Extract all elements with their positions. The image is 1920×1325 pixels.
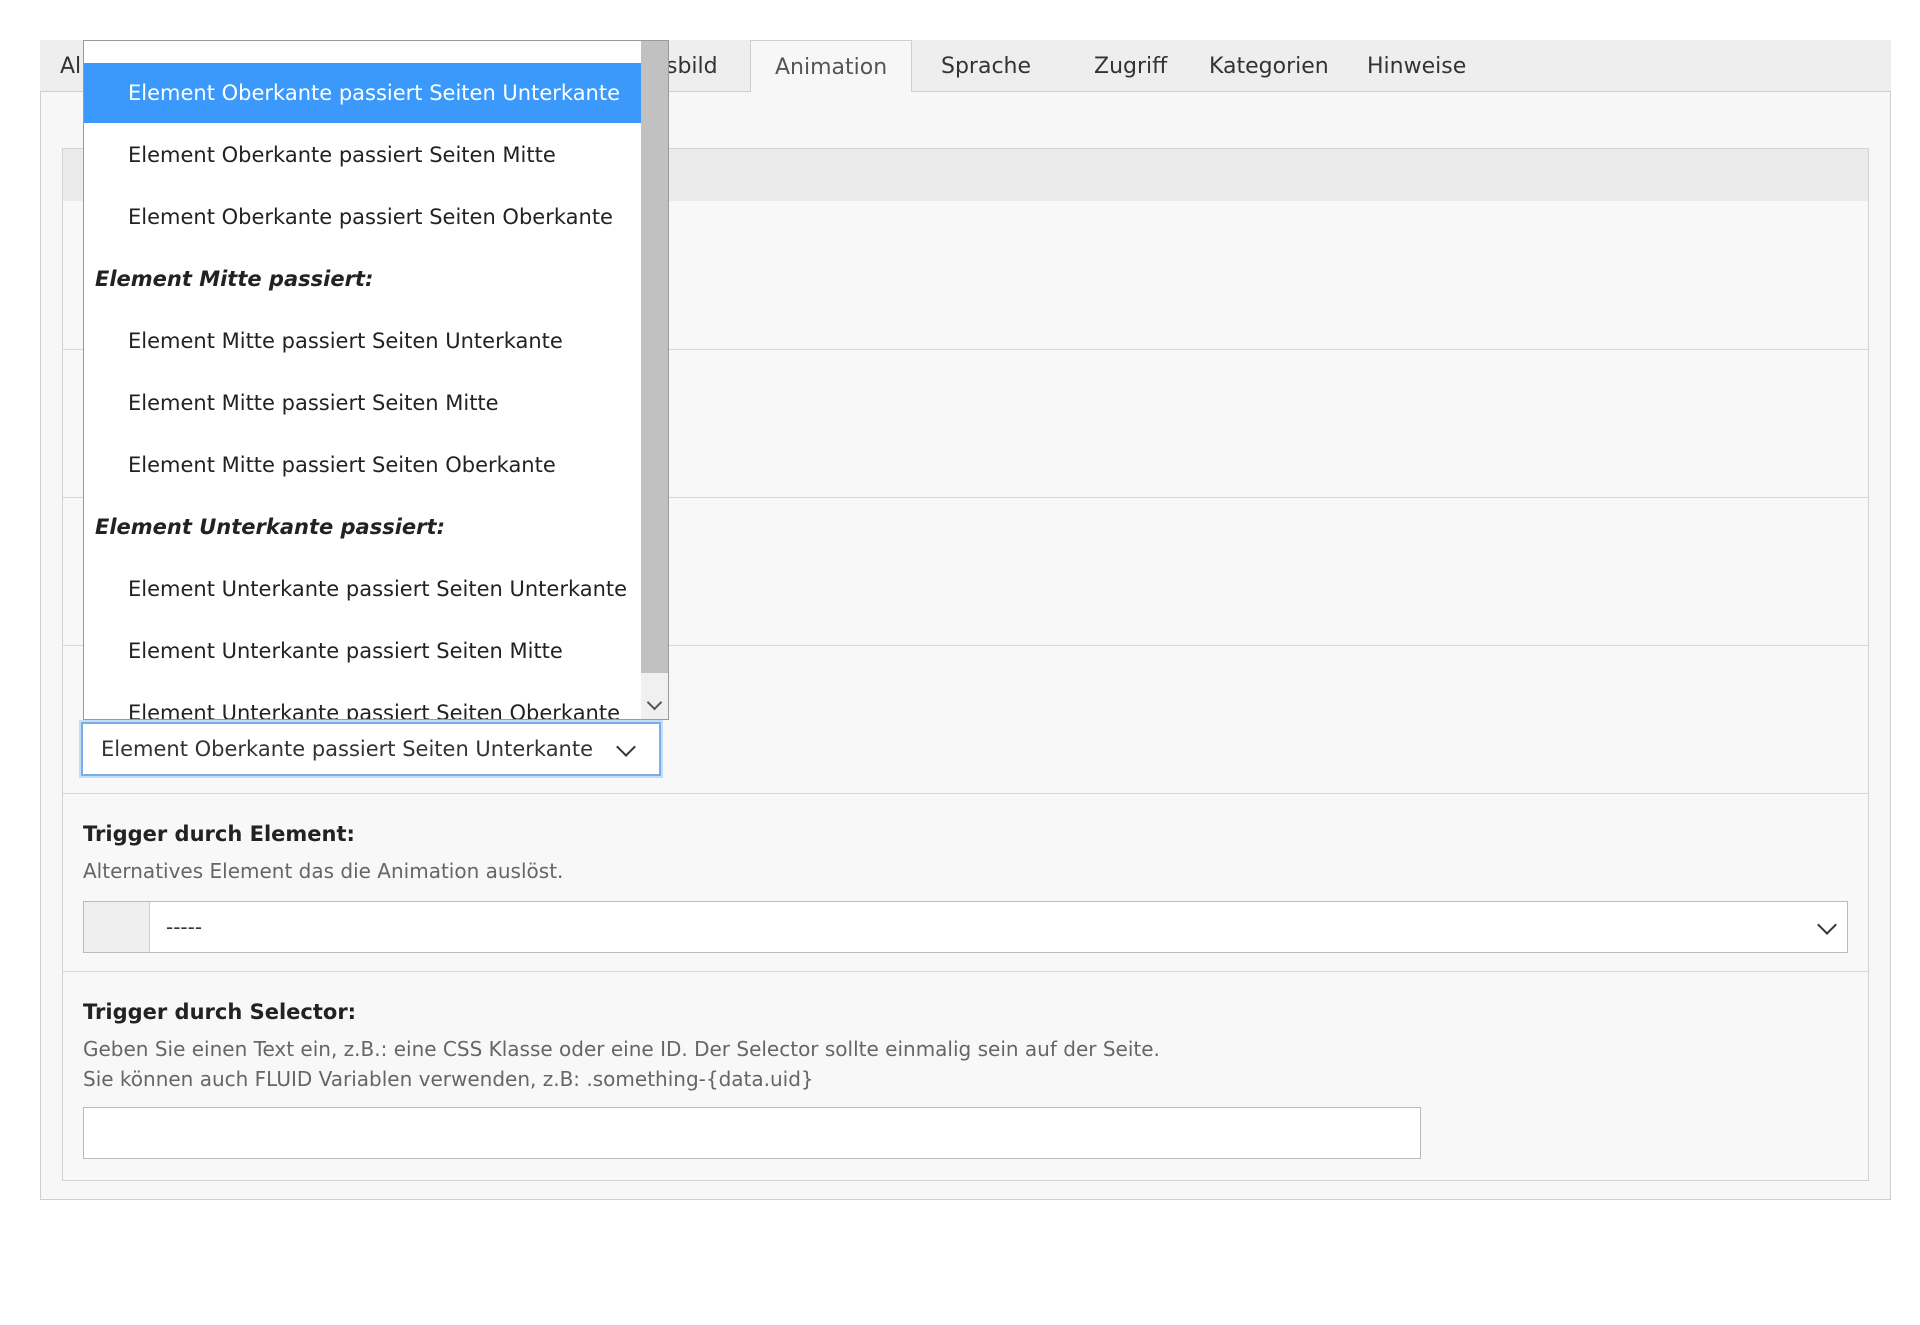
tab-animation[interactable]: Animation xyxy=(750,40,913,93)
dropdown-option[interactable]: Element Oberkante passiert Seiten Unterk… xyxy=(84,63,642,123)
dropdown-option[interactable]: Element Unterkante passiert Seiten Oberk… xyxy=(84,683,642,719)
scroll-down-arrow-icon[interactable] xyxy=(646,694,663,711)
field-separator xyxy=(62,971,1869,972)
dropdown-option[interactable]: Element Unterkante passiert Seiten Mitte xyxy=(84,621,642,681)
trigger-position-select[interactable]: Element Oberkante passiert Seiten Unterk… xyxy=(81,722,661,776)
dropdown-option[interactable]: Element Mitte passiert Seiten Oberkante xyxy=(84,435,642,495)
dropdown-group-label: Element Mitte passiert: xyxy=(95,267,374,291)
select-icon-area xyxy=(84,902,150,952)
tab-kategorien[interactable]: Kategorien xyxy=(1185,40,1353,92)
tab-zugriff[interactable]: Zugriff xyxy=(1070,40,1191,92)
select-value: ----- xyxy=(166,915,203,939)
dropdown-group-label: Element Unterkante passiert: xyxy=(95,515,445,539)
tab-sprache[interactable]: Sprache xyxy=(917,40,1055,92)
dropdown-option[interactable]: Element Mitte passiert Seiten Unterkante xyxy=(84,311,642,371)
dropdown-option[interactable]: Element Unterkante passiert Seiten Unter… xyxy=(84,559,642,619)
trigger-element-description: Alternatives Element das die Animation a… xyxy=(83,859,564,883)
trigger-element-select[interactable]: ----- xyxy=(83,901,1848,953)
trigger-selector-label: Trigger durch Selector: xyxy=(83,1000,357,1024)
scrollbar-thumb[interactable] xyxy=(641,41,668,673)
field-separator xyxy=(62,793,1869,794)
dropdown-option[interactable]: Element Oberkante passiert Seiten Oberka… xyxy=(84,187,642,247)
trigger-position-dropdown: Element Oberkante passiert Seiten Unterk… xyxy=(83,40,669,720)
tab-vorschaubild[interactable]: sbild xyxy=(666,40,742,92)
dropdown-option[interactable]: Element Mitte passiert Seiten Mitte xyxy=(84,373,642,433)
chevron-down-icon xyxy=(616,737,636,757)
select-value: Element Oberkante passiert Seiten Unterk… xyxy=(101,737,594,761)
dropdown-scrollbar[interactable] xyxy=(641,41,668,719)
trigger-element-label: Trigger durch Element: xyxy=(83,822,355,846)
dropdown-option[interactable]: Element Oberkante passiert Seiten Mitte xyxy=(84,125,642,185)
tab-hinweise[interactable]: Hinweise xyxy=(1343,40,1490,92)
trigger-selector-description-2: Sie können auch FLUID Variablen verwende… xyxy=(83,1067,814,1091)
trigger-selector-input[interactable] xyxy=(83,1107,1421,1159)
chevron-down-icon xyxy=(1817,915,1837,935)
trigger-selector-description-1: Geben Sie einen Text ein, z.B.: eine CSS… xyxy=(83,1037,1160,1061)
